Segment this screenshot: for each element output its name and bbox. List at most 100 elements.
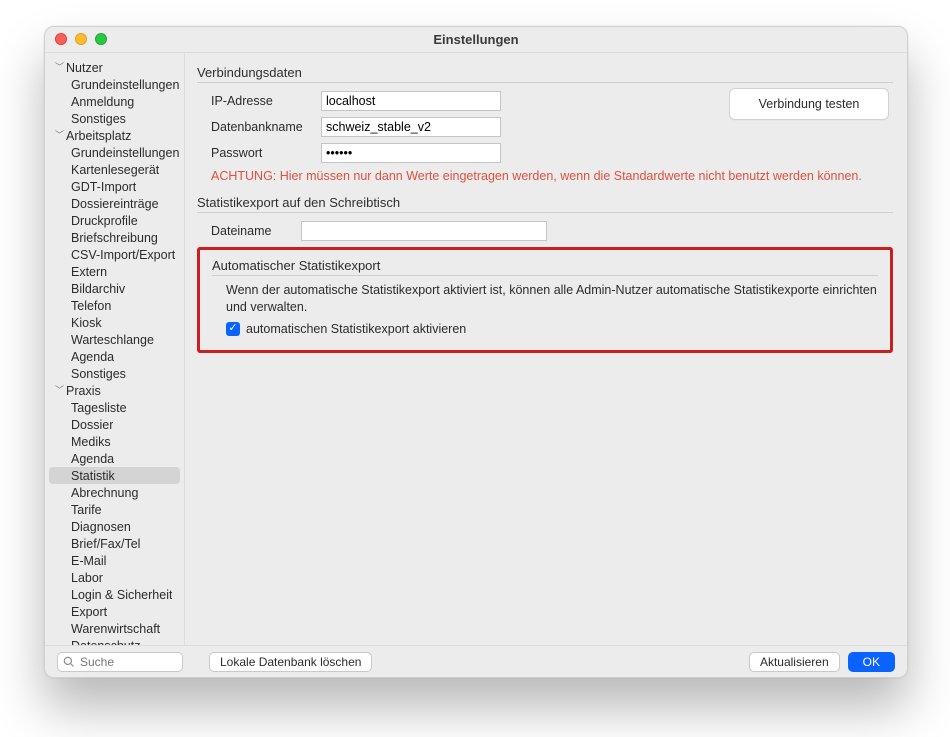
pw-input[interactable]	[321, 143, 501, 163]
sidebar-item-label: CSV-Import/Export	[71, 248, 175, 262]
ok-button[interactable]: OK	[848, 652, 895, 672]
sidebar-item[interactable]: Export	[45, 603, 184, 620]
chevron-down-icon: ﹀	[55, 128, 64, 141]
ok-label: OK	[863, 655, 880, 669]
sidebar-group[interactable]: ﹀Praxis	[45, 382, 184, 399]
db-input[interactable]	[321, 117, 501, 137]
sidebar-group[interactable]: ﹀Nutzer	[45, 59, 184, 76]
sidebar-item-label: Tagesliste	[71, 401, 127, 415]
sidebar-item-label: Anmeldung	[71, 95, 134, 109]
sidebar-item[interactable]: Dossiereinträge	[45, 195, 184, 212]
sidebar-item-label: Brief/Fax/Tel	[71, 537, 140, 551]
test-connection-button[interactable]: Verbindung testen	[729, 88, 889, 120]
db-label: Datenbankname	[211, 120, 321, 134]
section-desktop-export-header: Statistikexport auf den Schreibtisch	[197, 195, 893, 210]
sidebar-item[interactable]: E-Mail	[45, 552, 184, 569]
sidebar-item[interactable]: Grundeinstellungen	[45, 76, 184, 93]
sidebar-item[interactable]: Warenwirtschaft	[45, 620, 184, 637]
sidebar-item[interactable]: Mediks	[45, 433, 184, 450]
sidebar-item[interactable]: Agenda	[45, 450, 184, 467]
refresh-button[interactable]: Aktualisieren	[749, 652, 840, 672]
sidebar-item-label: Labor	[71, 571, 103, 585]
sidebar-item-label: Agenda	[71, 452, 114, 466]
close-icon[interactable]	[55, 33, 67, 45]
sidebar-item[interactable]: Warteschlange	[45, 331, 184, 348]
auto-export-description: Wenn der automatische Statistikexport ak…	[226, 282, 878, 316]
sidebar-item-label: Dossier	[71, 418, 113, 432]
ip-input[interactable]	[321, 91, 501, 111]
zoom-icon[interactable]	[95, 33, 107, 45]
sidebar-item[interactable]: Agenda	[45, 348, 184, 365]
sidebar-item[interactable]: Labor	[45, 569, 184, 586]
sidebar-item-label: Kiosk	[71, 316, 102, 330]
sidebar-item-label: Statistik	[71, 469, 115, 483]
sidebar-item-label: Druckprofile	[71, 214, 138, 228]
sidebar-item[interactable]: Briefschreibung	[45, 229, 184, 246]
sidebar-item[interactable]: Tagesliste	[45, 399, 184, 416]
auto-export-box: Automatischer Statistikexport Wenn der a…	[197, 247, 893, 353]
sidebar-item-label: Briefschreibung	[71, 231, 158, 245]
sidebar-item[interactable]: Sonstiges	[45, 110, 184, 127]
sidebar: ﹀NutzerGrundeinstellungenAnmeldungSonsti…	[45, 53, 185, 645]
refresh-label: Aktualisieren	[760, 655, 829, 669]
sidebar-item[interactable]: Dossier	[45, 416, 184, 433]
sidebar-item[interactable]: Anmeldung	[45, 93, 184, 110]
content-pane: Verbindungsdaten IP-Adresse Datenbanknam…	[185, 53, 907, 645]
filename-label: Dateiname	[211, 224, 301, 238]
sidebar-item-label: Bildarchiv	[71, 282, 125, 296]
sidebar-item[interactable]: Tarife	[45, 501, 184, 518]
traffic-lights	[55, 33, 107, 45]
sidebar-item-label: Export	[71, 605, 107, 619]
sidebar-item[interactable]: Bildarchiv	[45, 280, 184, 297]
sidebar-item[interactable]: Grundeinstellungen	[45, 144, 184, 161]
sidebar-group[interactable]: ﹀Arbeitsplatz	[45, 127, 184, 144]
sidebar-item[interactable]: Kiosk	[45, 314, 184, 331]
sidebar-item-label: Abrechnung	[71, 486, 138, 500]
divider	[197, 82, 893, 83]
auto-export-checkbox-label: automatischen Statistikexport aktivieren	[246, 322, 466, 336]
sidebar-group-label: Praxis	[66, 384, 101, 398]
sidebar-item[interactable]: Statistik	[49, 467, 180, 484]
sidebar-item[interactable]: Telefon	[45, 297, 184, 314]
sidebar-item[interactable]: Brief/Fax/Tel	[45, 535, 184, 552]
filename-input[interactable]	[301, 221, 547, 241]
sidebar-item-label: Mediks	[71, 435, 111, 449]
sidebar-item[interactable]: Login & Sicherheit	[45, 586, 184, 603]
minimize-icon[interactable]	[75, 33, 87, 45]
section-connection-header: Verbindungsdaten	[197, 65, 893, 80]
sidebar-item-label: Tarife	[71, 503, 102, 517]
sidebar-item[interactable]: GDT-Import	[45, 178, 184, 195]
divider	[197, 212, 893, 213]
checkbox-icon[interactable]: ✓	[226, 322, 240, 336]
sidebar-item-label: Sonstiges	[71, 112, 126, 126]
delete-local-db-button[interactable]: Lokale Datenbank löschen	[209, 652, 372, 672]
sidebar-item[interactable]: CSV-Import/Export	[45, 246, 184, 263]
sidebar-item-label: Agenda	[71, 350, 114, 364]
sidebar-item[interactable]: Kartenlesegerät	[45, 161, 184, 178]
chevron-down-icon: ﹀	[55, 383, 64, 396]
window-title: Einstellungen	[45, 32, 907, 47]
sidebar-item-label: Kartenlesegerät	[71, 163, 159, 177]
auto-export-checkbox-row[interactable]: ✓ automatischen Statistikexport aktivier…	[226, 322, 878, 336]
sidebar-item-label: Warenwirtschaft	[71, 622, 160, 636]
ip-label: IP-Adresse	[211, 94, 321, 108]
connection-warning: ACHTUNG: Hier müssen nur dann Werte eing…	[211, 169, 893, 183]
sidebar-item[interactable]: Sonstiges	[45, 365, 184, 382]
sidebar-item-label: E-Mail	[71, 554, 106, 568]
sidebar-item[interactable]: Diagnosen	[45, 518, 184, 535]
section-auto-export-header: Automatischer Statistikexport	[212, 258, 878, 273]
sidebar-item[interactable]: Druckprofile	[45, 212, 184, 229]
sidebar-item-label: Dossiereinträge	[71, 197, 159, 211]
sidebar-item-label: Extern	[71, 265, 107, 279]
test-connection-label: Verbindung testen	[759, 97, 860, 111]
search-input[interactable]	[57, 652, 183, 672]
pw-label: Passwort	[211, 146, 321, 160]
search-icon	[63, 656, 75, 668]
sidebar-item-label: Grundeinstellungen	[71, 146, 179, 160]
sidebar-group-label: Arbeitsplatz	[66, 129, 131, 143]
sidebar-item[interactable]: Abrechnung	[45, 484, 184, 501]
sidebar-item-label: Sonstiges	[71, 367, 126, 381]
sidebar-item[interactable]: Extern	[45, 263, 184, 280]
sidebar-item-label: Warteschlange	[71, 333, 154, 347]
sidebar-item[interactable]: Datenschutz	[45, 637, 184, 645]
